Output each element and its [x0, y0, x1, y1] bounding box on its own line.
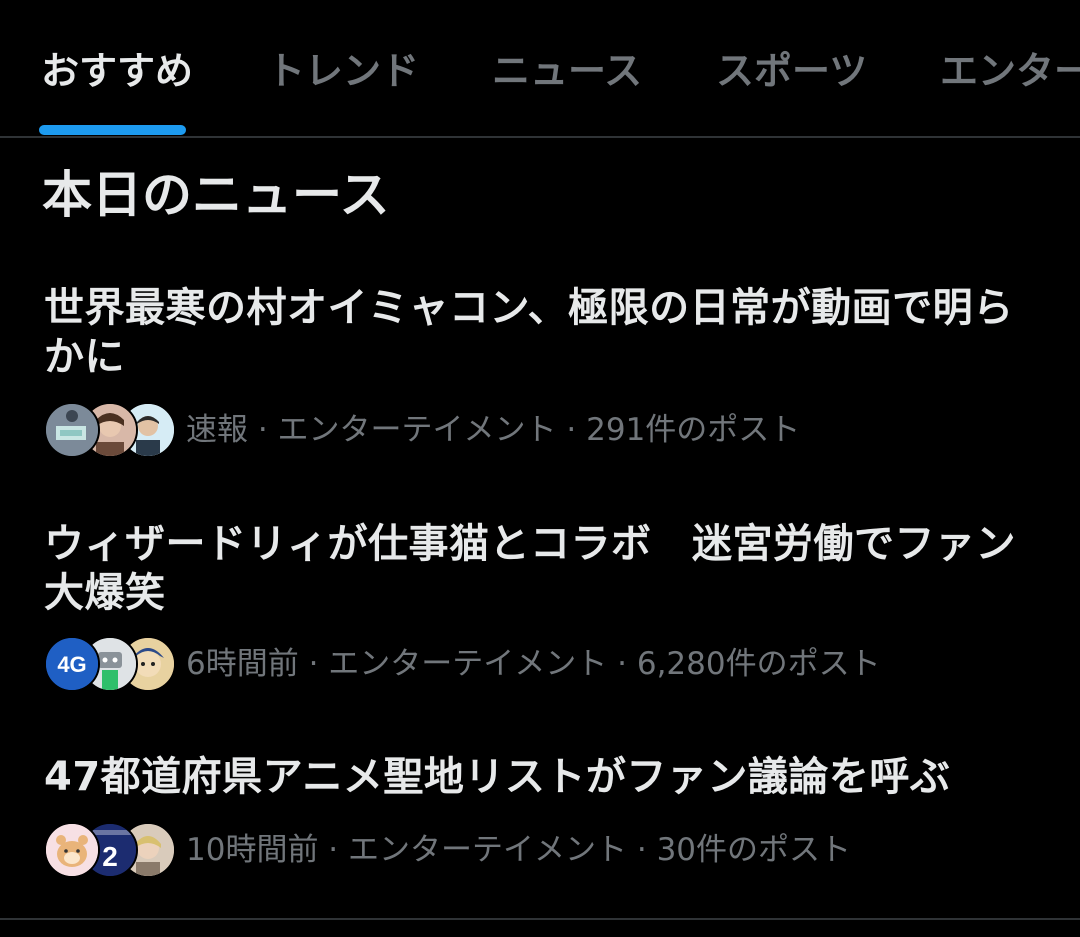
- tab-news[interactable]: ニュース: [492, 48, 642, 94]
- news-meta-row: 2 10時間前 · エンターテイメント · 30件のポスト: [44, 822, 1044, 878]
- tab-recommended[interactable]: おすすめ: [41, 48, 193, 94]
- hamster-icon: [46, 824, 98, 876]
- active-tab-indicator: [39, 125, 186, 135]
- bottom-divider: [0, 918, 1080, 920]
- section-title: 本日のニュース: [42, 166, 390, 224]
- hamster-avatar: [44, 822, 100, 878]
- news-meta-row: 4G 6時間前 · エンターテイメント · 6,280件のポスト: [44, 636, 1044, 692]
- news-meta-row: 速報 · エンターテイメント · 291件のポスト: [44, 402, 1044, 458]
- news-meta: 速報 · エンターテイメント · 291件のポスト: [186, 412, 801, 448]
- news-meta: 10時間前 · エンターテイメント · 30件のポスト: [186, 832, 852, 868]
- avatar-stack: 4G: [44, 636, 176, 692]
- tab-trending[interactable]: トレンド: [267, 48, 419, 94]
- tab-bar: おすすめ トレンド ニュース スポーツ エンター: [0, 0, 1080, 138]
- 4g-logo-text: 4G: [57, 652, 86, 677]
- jersey-number: 2: [102, 841, 118, 872]
- news-headline: 世界最寒の村オイミャコン、極限の日常が動画で明らかに: [44, 285, 1014, 380]
- tab-divider: [0, 136, 1080, 138]
- avatar-stack: 2: [44, 822, 176, 878]
- avatar-stack: [44, 402, 176, 458]
- tab-entertainment[interactable]: エンター: [940, 48, 1080, 94]
- news-thumbnail-avatar: [44, 402, 100, 458]
- news-meta: 6時間前 · エンターテイメント · 6,280件のポスト: [186, 646, 881, 682]
- news-thumbnail-icon: [46, 404, 98, 456]
- news-headline: ウィザードリィが仕事猫とコラボ 迷宮労働でファン大爆笑: [44, 521, 1016, 616]
- 4g-logo-avatar: 4G: [44, 636, 100, 692]
- tab-sports[interactable]: スポーツ: [716, 48, 867, 94]
- 4g-logo-icon: 4G: [46, 638, 98, 690]
- news-headline: 47都道府県アニメ聖地リストがファン議論を呼ぶ: [44, 754, 951, 800]
